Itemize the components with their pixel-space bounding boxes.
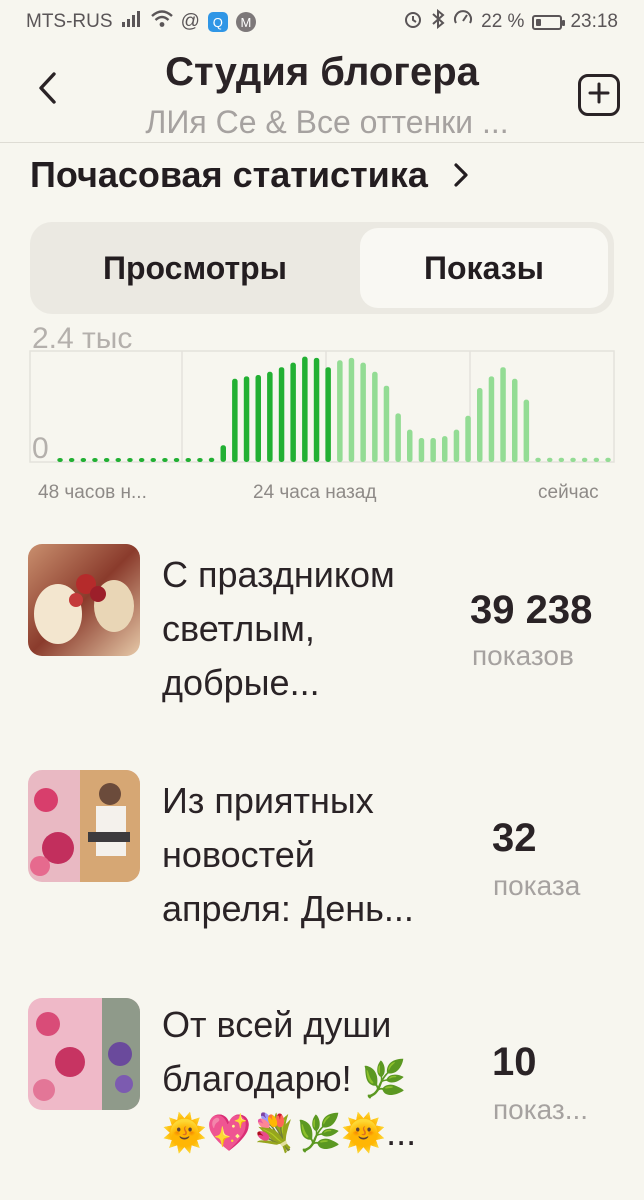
- page-title: Студия блогера: [165, 50, 479, 94]
- chart-bar: [68, 458, 75, 462]
- chart-bar: [477, 388, 483, 462]
- chart-bar: [348, 357, 355, 462]
- chart-bar: [185, 458, 191, 462]
- chart-bar: [465, 415, 471, 463]
- chart-bar: [418, 438, 425, 463]
- chart-bar: [372, 371, 378, 462]
- chart-bar: [173, 458, 180, 462]
- chart-bar: [558, 457, 565, 462]
- chart-bar: [232, 378, 238, 463]
- search-app-icon: Q: [207, 12, 228, 32]
- chart-bar: [80, 458, 87, 462]
- messenger-app-icon: M: [235, 12, 256, 32]
- bluetooth-icon: [431, 8, 445, 35]
- chart-bar: [278, 367, 285, 462]
- status-bar-left: MTS-RUS @ Q M: [26, 10, 256, 34]
- chart-bar: [325, 367, 331, 462]
- chart-bar: [593, 457, 600, 462]
- chart-bar: [442, 436, 448, 462]
- chart-bar: [488, 376, 495, 462]
- chart-bar: [103, 458, 110, 462]
- post-title: Из приятных новостей апреля: День...: [162, 780, 414, 929]
- chart-bar: [313, 357, 320, 462]
- wifi-icon: [150, 10, 173, 34]
- battery-icon: [532, 14, 566, 30]
- chart-bar: [500, 367, 506, 462]
- chart-bar: [535, 457, 541, 462]
- tab-views[interactable]: Просмотры: [36, 228, 354, 308]
- chart-bar: [570, 457, 576, 462]
- post-count: 39 238: [470, 588, 593, 632]
- at-sign-icon: @: [180, 11, 200, 32]
- y-tick-max: 2.4 тыс: [32, 322, 133, 355]
- chart-bar: [337, 360, 343, 463]
- post-row[interactable]: От всей души благодарю! 🌿 🌞💖💐🌿🌞... 10 по…: [0, 996, 644, 1196]
- section-title: Почасовая статистика: [30, 154, 428, 195]
- chart-bar: [290, 362, 296, 462]
- post-row[interactable]: С праздником светлым, добрые... 39 238 п…: [0, 540, 644, 740]
- post-title: С праздником светлым, добрые...: [162, 554, 395, 703]
- app-header: Студия блогера ЛИя Се & Все оттенки ...: [0, 44, 644, 143]
- metric-tabs: Просмотры Показы: [30, 222, 614, 314]
- chart-bar: [197, 458, 203, 462]
- tab-impressions[interactable]: Показы: [360, 228, 608, 308]
- chart-bar: [407, 429, 413, 462]
- chart-bar: [92, 458, 98, 462]
- chart-bar: [127, 458, 133, 462]
- chevron-right-icon: [454, 154, 468, 196]
- post-thumbnail: [28, 544, 140, 656]
- channel-name: ЛИя Се & Все оттенки ...: [145, 104, 509, 140]
- post-count: 10: [492, 1040, 537, 1084]
- clock-time: 23:18: [570, 11, 618, 32]
- chart-bar: [395, 413, 401, 462]
- chart-bar: [581, 457, 588, 462]
- post-thumbnail: [28, 770, 140, 882]
- chart-bar: [383, 385, 390, 462]
- chart-bar: [150, 458, 156, 462]
- signal-icon: [121, 10, 143, 34]
- chart-bar: [220, 445, 226, 462]
- chart-bar: [302, 356, 308, 462]
- x-tick-middle: 24 часа назад: [253, 482, 377, 503]
- chart-bar: [162, 458, 168, 462]
- add-button[interactable]: [578, 74, 620, 116]
- x-tick-end: сейчас: [538, 482, 599, 503]
- post-count-unit: показов: [472, 640, 574, 671]
- chart-bar: [453, 429, 460, 462]
- chart-bar: [547, 457, 553, 462]
- hourly-chart: 2.4 тыс 0 48 часов н... 24 часа назад се…: [0, 320, 644, 510]
- chart-bar: [208, 457, 215, 462]
- data-saver-icon: [453, 9, 473, 35]
- chart-bar: [267, 371, 273, 462]
- hourly-stats-link[interactable]: Почасовая статистика: [30, 150, 468, 200]
- post-row[interactable]: Из приятных новостей апреля: День... 32 …: [0, 768, 644, 968]
- chart-bar: [138, 458, 145, 462]
- x-tick-start: 48 часов н...: [38, 482, 147, 503]
- battery-percent: 22 %: [481, 11, 525, 32]
- chart-bar: [115, 458, 121, 462]
- post-count-unit: показ...: [493, 1094, 589, 1125]
- chart-bar: [57, 458, 63, 462]
- plus-icon: [588, 82, 610, 109]
- chart-bar: [243, 376, 250, 462]
- status-bar: MTS-RUS @ Q M 22 % 23:18: [0, 0, 644, 44]
- chart-bar: [605, 457, 611, 462]
- post-count: 32: [492, 816, 537, 860]
- alarm-icon: [403, 9, 423, 35]
- chart-bar: [523, 399, 530, 462]
- chart-bar: [512, 378, 518, 463]
- post-thumbnail: [28, 998, 140, 1110]
- y-tick-min: 0: [32, 432, 49, 465]
- chart-bar: [430, 438, 436, 463]
- chart-bar: [360, 362, 366, 462]
- post-title: От всей души благодарю! 🌿 🌞💖💐🌿🌞...: [162, 1004, 417, 1153]
- carrier-label: MTS-RUS: [26, 11, 113, 32]
- status-bar-right: 22 % 23:18: [403, 8, 618, 35]
- chart-bar: [255, 375, 261, 462]
- post-count-unit: показа: [493, 870, 581, 901]
